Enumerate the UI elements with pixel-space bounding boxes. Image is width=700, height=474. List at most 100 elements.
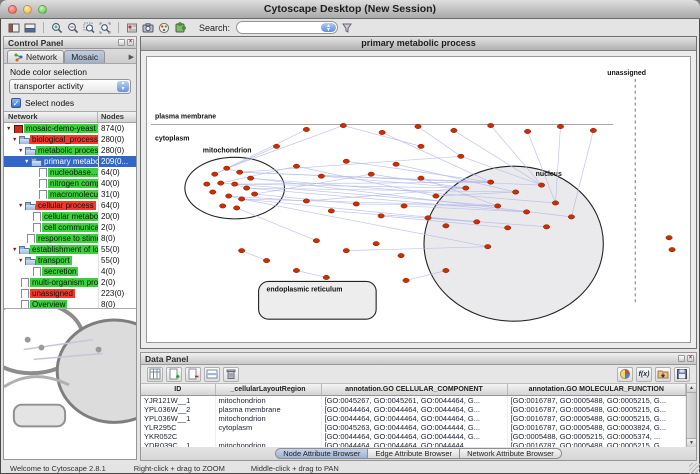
graph-node[interactable] [378, 214, 384, 218]
graph-node[interactable] [236, 170, 242, 174]
select-nodes-checkbox[interactable]: ✓ [11, 98, 21, 108]
expand-triangle-icon[interactable]: ▼ [12, 247, 19, 253]
graph-node[interactable] [313, 239, 319, 243]
create-attribute-icon[interactable] [166, 367, 182, 382]
graph-node[interactable] [418, 176, 424, 180]
graph-node[interactable] [538, 183, 544, 187]
graph-node[interactable] [504, 226, 510, 230]
network-graph[interactable]: plasma membranecytoplasmmitochondrionnuc… [147, 57, 690, 342]
graph-node[interactable] [323, 275, 329, 279]
table-cell[interactable]: [GO:0044464, GO:0044464, GO:0044444, G..… [321, 432, 507, 441]
tree-row[interactable]: unassigned223(0) [4, 288, 136, 299]
graph-node[interactable] [590, 128, 596, 132]
graph-node[interactable] [273, 144, 279, 148]
graph-edge[interactable] [242, 251, 267, 261]
graph-node[interactable] [212, 172, 218, 176]
graph-node[interactable] [343, 159, 349, 163]
expand-triangle-icon[interactable]: ▼ [18, 258, 25, 264]
graph-node[interactable] [524, 129, 530, 133]
graph-edge[interactable] [296, 166, 435, 196]
tab-edge-attribute-browser[interactable]: Edge Attribute Browser [368, 448, 460, 459]
table-column-header[interactable]: _cellularLayoutRegion [215, 384, 321, 395]
graph-node[interactable] [443, 268, 449, 272]
select-rows-icon[interactable] [204, 367, 220, 382]
annotation-icon[interactable] [125, 21, 139, 34]
graph-node[interactable] [328, 209, 334, 213]
expand-triangle-icon[interactable]: ▼ [18, 203, 25, 209]
graph-node[interactable] [238, 197, 244, 201]
graph-node[interactable] [238, 248, 244, 252]
graph-node[interactable] [293, 268, 299, 272]
table-cell[interactable]: mitochondrion [215, 414, 321, 423]
tree-row[interactable]: ▼cellular process64(0) [4, 200, 136, 211]
table-row[interactable]: YPL036W__1mitochondrion[GO:0044464, GO:0… [141, 414, 686, 423]
graph-node[interactable] [393, 162, 399, 166]
table-row[interactable]: YKR052C [GO:0044464, GO:0044464, GO:00444… [141, 432, 686, 441]
graph-node[interactable] [543, 225, 549, 229]
graph-node[interactable] [552, 201, 558, 205]
graph-node[interactable] [340, 123, 346, 127]
tree-row[interactable]: ▼biological_process280(0) [4, 134, 136, 145]
table-cell[interactable]: YKR052C [141, 432, 215, 441]
screenshot-icon[interactable] [141, 21, 155, 34]
table-column-header[interactable]: annotation.GO MOLECULAR_FUNCTION [507, 384, 686, 395]
trash-icon[interactable] [223, 367, 239, 382]
graph-node[interactable] [557, 124, 563, 128]
graph-node[interactable] [495, 204, 501, 208]
tree-column-nodes[interactable]: Nodes [98, 112, 124, 122]
graph-node[interactable] [210, 190, 216, 194]
graph-node[interactable] [666, 236, 672, 240]
graph-node[interactable] [403, 278, 409, 282]
graph-node[interactable] [474, 220, 480, 224]
table-cell[interactable]: YPL036W__1 [141, 414, 215, 423]
export-attributes-icon[interactable] [674, 367, 690, 382]
tab-network[interactable]: Network [7, 50, 64, 63]
table-cell[interactable] [215, 432, 321, 441]
table-cell[interactable]: [GO:0045263, GO:0044464, GO:0044444, G..… [321, 423, 507, 432]
graph-node[interactable] [488, 180, 494, 184]
graph-node[interactable] [318, 174, 324, 178]
table-cell[interactable]: [GO:0044464, GO:0044464, GO:0044464, G..… [321, 414, 507, 423]
graph-node[interactable] [523, 210, 529, 214]
table-cell[interactable]: mitochondrion [215, 395, 321, 405]
expand-triangle-icon[interactable]: ▼ [12, 137, 19, 143]
graph-edge[interactable] [382, 132, 491, 182]
graph-node[interactable] [226, 194, 232, 198]
node-color-select[interactable]: transporter activity ▲▼ [9, 79, 131, 94]
table-cell[interactable]: [GO:0016787, GO:0005488, GO:0003824, G..… [507, 423, 686, 432]
scroll-up-icon[interactable]: ▲ [687, 384, 696, 393]
graph-node[interactable] [485, 244, 491, 248]
float-panel-icon[interactable] [678, 355, 685, 362]
zoom-fit-icon[interactable] [98, 21, 112, 34]
graph-node[interactable] [233, 206, 239, 210]
tree-row[interactable]: macromolecule...31(0) [4, 189, 136, 200]
graph-node[interactable] [401, 204, 407, 208]
graph-node[interactable] [463, 186, 469, 190]
graph-node[interactable] [204, 182, 210, 186]
graph-node[interactable] [398, 253, 404, 257]
graph-node[interactable] [418, 144, 424, 148]
close-window-button[interactable] [8, 5, 17, 14]
graph-node[interactable] [303, 199, 309, 203]
zoom-selected-icon[interactable] [82, 21, 96, 34]
hide-data-panel-icon[interactable] [23, 21, 37, 34]
hide-control-panel-icon[interactable] [7, 21, 21, 34]
table-row[interactable]: YPL036W__2plasma membrane[GO:0044464, GO… [141, 405, 686, 414]
network-canvas[interactable]: plasma membranecytoplasmmitochondrionnuc… [146, 56, 691, 343]
tree-row[interactable]: Overview8(0) [4, 299, 136, 309]
graph-node[interactable] [379, 130, 385, 134]
table-cell[interactable]: [GO:0016787, GO:0005488, GO:0005215, G..… [507, 405, 686, 414]
resize-grip[interactable] [689, 463, 700, 474]
tree-row[interactable]: multi-organism pro...2(0) [4, 277, 136, 288]
graph-node[interactable] [451, 128, 457, 132]
table-row[interactable]: YLR295Ccytoplasm[GO:0045263, GO:0044464,… [141, 423, 686, 432]
tree-row[interactable]: cellular metabo...20(0) [4, 211, 136, 222]
graph-edge[interactable] [296, 271, 326, 278]
table-cell[interactable]: plasma membrane [215, 405, 321, 414]
table-scrollbar[interactable]: ▲ ▼ [686, 384, 696, 447]
table-cell[interactable]: YPL036W__2 [141, 405, 215, 414]
tree-row[interactable]: ▼establishment of lo...55(0) [4, 244, 136, 255]
graph-node[interactable] [247, 176, 253, 180]
zoom-out-icon[interactable] [66, 21, 80, 34]
close-panel-icon[interactable]: × [687, 355, 694, 362]
